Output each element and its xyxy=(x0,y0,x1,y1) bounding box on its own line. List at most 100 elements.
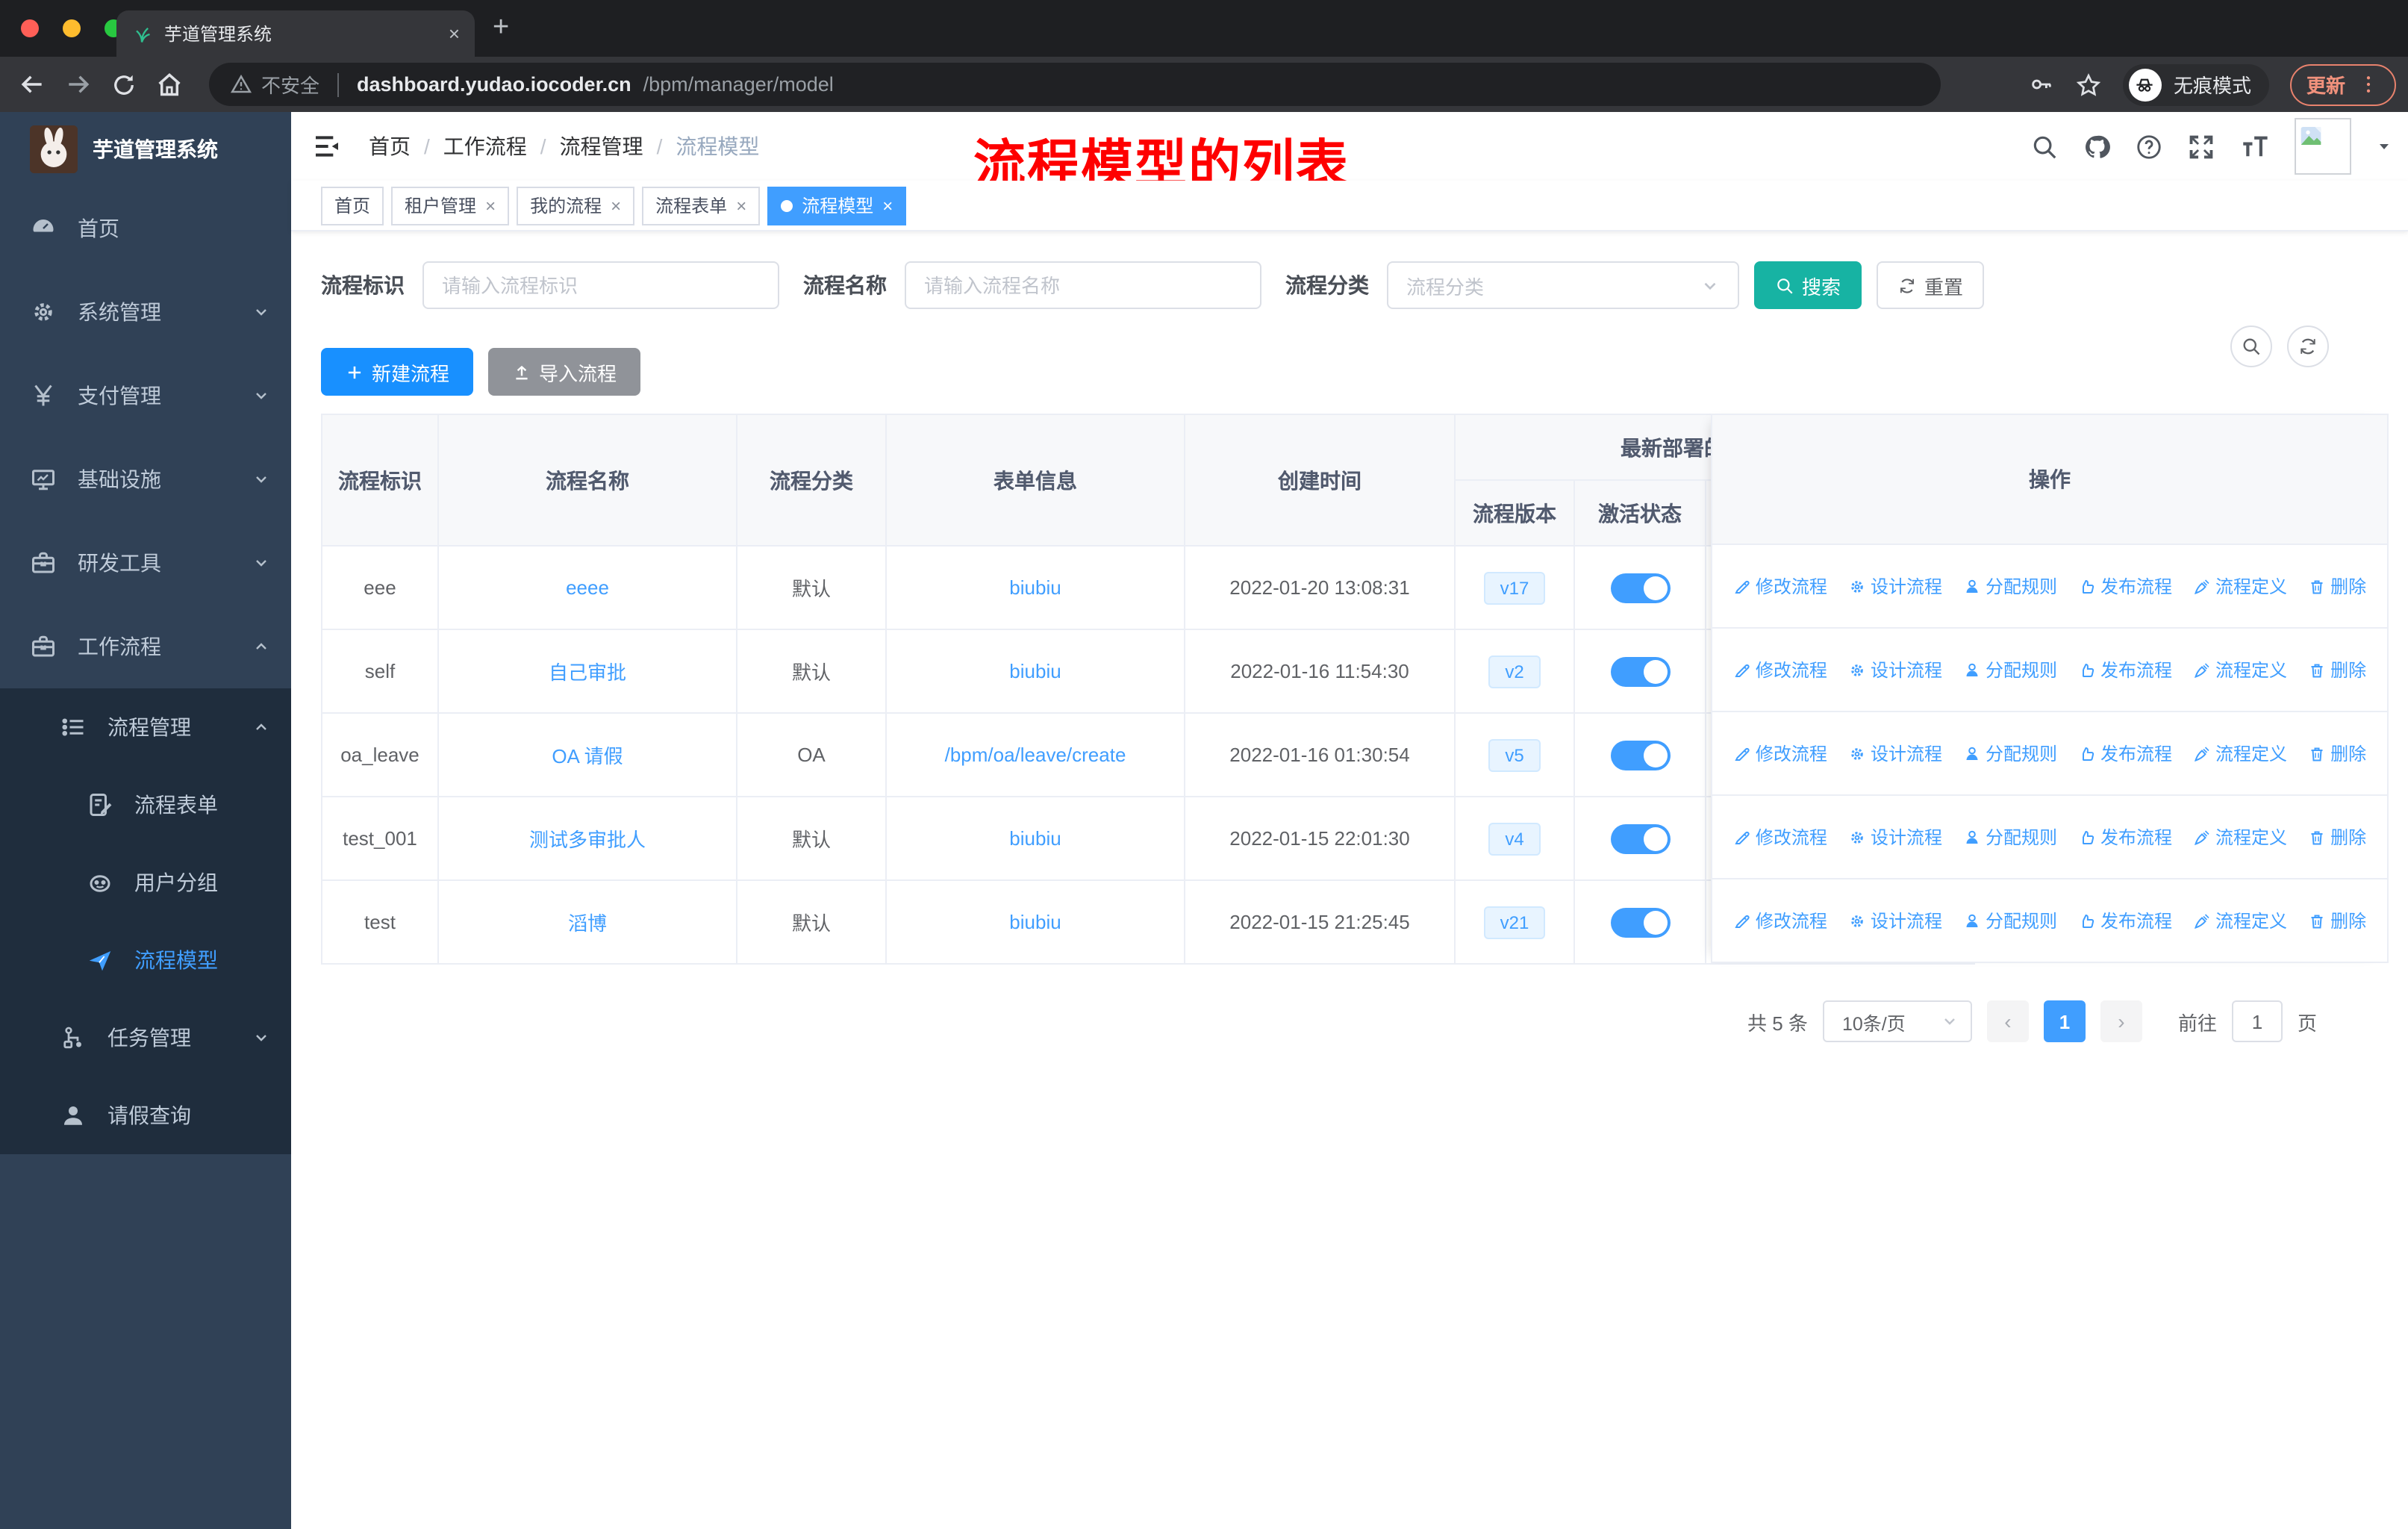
tag-item[interactable]: 流程表单 × xyxy=(642,186,761,225)
address-bar[interactable]: 不安全 dashboard.yudao.iocoder.cn/bpm/manag… xyxy=(209,63,1941,106)
action-publish-link[interactable]: 发布流程 xyxy=(2078,824,2172,850)
form-info-link[interactable]: /bpm/oa/leave/create xyxy=(945,744,1126,766)
form-info-link[interactable]: biubiu xyxy=(1009,827,1061,850)
active-switch[interactable] xyxy=(1610,656,1670,686)
breadcrumb-item[interactable]: 流程模型 xyxy=(676,131,759,161)
action-assign-link[interactable]: 分配规则 xyxy=(1963,824,2057,850)
process-name-link[interactable]: 测试多审批人 xyxy=(529,829,646,851)
fullscreen-icon[interactable] xyxy=(2187,132,2215,161)
form-info-link[interactable]: biubiu xyxy=(1009,576,1061,599)
action-publish-link[interactable]: 发布流程 xyxy=(2078,741,2172,766)
process-name-link[interactable]: eeee xyxy=(566,576,609,599)
action-edit-link[interactable]: 修改流程 xyxy=(1733,908,1827,933)
tag-close-icon[interactable]: × xyxy=(736,195,746,216)
current-page-button[interactable]: 1 xyxy=(2043,1000,2086,1042)
browser-tab[interactable]: 芋道管理系统 × xyxy=(116,10,475,57)
back-icon[interactable] xyxy=(18,70,46,99)
process-name-link[interactable]: 自己审批 xyxy=(549,661,626,684)
url-domain[interactable]: dashboard.yudao.iocoder.cn xyxy=(357,73,631,96)
new-tab-button[interactable]: + xyxy=(493,12,509,45)
reset-button[interactable]: 重置 xyxy=(1877,261,1985,309)
tag-item[interactable]: 我的流程 × xyxy=(517,186,635,225)
reload-icon[interactable] xyxy=(110,71,137,98)
tab-close-icon[interactable]: × xyxy=(449,22,460,45)
search-icon[interactable] xyxy=(2030,132,2059,161)
process-name-link[interactable]: 滔博 xyxy=(568,912,607,935)
url-path[interactable]: /bpm/manager/model xyxy=(643,73,834,96)
filter-key-input[interactable] xyxy=(422,261,779,309)
forward-icon[interactable] xyxy=(64,70,93,99)
help-icon[interactable] xyxy=(2135,132,2163,161)
action-publish-link[interactable]: 发布流程 xyxy=(2078,573,2172,599)
sidebar-item-toolbox[interactable]: 研发工具 xyxy=(0,521,291,605)
filter-name-input[interactable] xyxy=(905,261,1261,309)
chrome-update-button[interactable]: 更新 xyxy=(2289,63,2396,105)
action-edit-link[interactable]: 修改流程 xyxy=(1733,573,1827,599)
window-minimize-button[interactable] xyxy=(63,19,81,37)
key-icon[interactable] xyxy=(2029,72,2054,97)
breadcrumb-item[interactable]: 首页 xyxy=(369,131,411,161)
page-size-select[interactable]: 10条/页 xyxy=(1822,1000,1972,1042)
sidebar-item-gear[interactable]: 系统管理 xyxy=(0,270,291,354)
action-define-link[interactable]: 流程定义 xyxy=(2193,908,2287,933)
action-delete-link[interactable]: 删除 xyxy=(2308,657,2366,682)
action-define-link[interactable]: 流程定义 xyxy=(2193,824,2287,850)
tag-close-icon[interactable]: × xyxy=(882,195,893,216)
not-secure-label[interactable]: 不安全 xyxy=(261,70,319,99)
sidebar-item-list[interactable]: 流程管理 xyxy=(0,688,291,766)
active-switch[interactable] xyxy=(1610,823,1670,853)
refresh-circle-button[interactable] xyxy=(2287,326,2329,367)
home-icon[interactable] xyxy=(155,70,184,99)
action-design-link[interactable]: 设计流程 xyxy=(1848,824,1942,850)
user-avatar[interactable] xyxy=(2295,118,2351,175)
action-edit-link[interactable]: 修改流程 xyxy=(1733,741,1827,766)
goto-page-input[interactable] xyxy=(2231,1000,2283,1042)
import-process-button[interactable]: 导入流程 xyxy=(488,348,641,396)
sidebar-item-monitor[interactable]: 基础设施 xyxy=(0,437,291,521)
update-label[interactable]: 更新 xyxy=(2306,70,2345,99)
action-assign-link[interactable]: 分配规则 xyxy=(1963,908,2057,933)
action-define-link[interactable]: 流程定义 xyxy=(2193,573,2287,599)
action-design-link[interactable]: 设计流程 xyxy=(1848,741,1942,766)
tag-item[interactable]: 首页 xyxy=(321,186,384,225)
action-edit-link[interactable]: 修改流程 xyxy=(1733,824,1827,850)
active-switch[interactable] xyxy=(1610,573,1670,602)
sidebar-item-toolbox[interactable]: 工作流程 xyxy=(0,605,291,688)
prev-page-button[interactable]: ‹ xyxy=(1986,1000,2029,1042)
action-design-link[interactable]: 设计流程 xyxy=(1848,573,1942,599)
action-assign-link[interactable]: 分配规则 xyxy=(1963,573,2057,599)
tag-item[interactable]: 租户管理 × xyxy=(391,186,510,225)
browser-menu-dots-icon[interactable] xyxy=(2357,73,2380,96)
breadcrumb-item[interactable]: 流程管理 xyxy=(560,131,643,161)
action-delete-link[interactable]: 删除 xyxy=(2308,908,2366,933)
action-delete-link[interactable]: 删除 xyxy=(2308,741,2366,766)
sidebar-item-yen[interactable]: 支付管理 xyxy=(0,354,291,437)
sidebar-item-dashboard[interactable]: 首页 xyxy=(0,187,291,270)
tag-close-icon[interactable]: × xyxy=(611,195,621,216)
process-name-link[interactable]: OA 请假 xyxy=(552,745,623,767)
action-define-link[interactable]: 流程定义 xyxy=(2193,657,2287,682)
form-info-link[interactable]: biubiu xyxy=(1009,911,1061,933)
action-publish-link[interactable]: 发布流程 xyxy=(2078,908,2172,933)
action-design-link[interactable]: 设计流程 xyxy=(1848,657,1942,682)
active-switch[interactable] xyxy=(1610,740,1670,770)
show-search-circle-button[interactable] xyxy=(2230,326,2272,367)
search-button[interactable]: 搜索 xyxy=(1754,261,1862,309)
sidebar-item-plane[interactable]: 流程模型 xyxy=(0,921,291,999)
breadcrumb-item[interactable]: 工作流程 xyxy=(443,131,527,161)
bookmark-star-icon[interactable] xyxy=(2075,71,2102,98)
window-close-button[interactable] xyxy=(21,19,39,37)
sidebar-item-person[interactable]: 请假查询 xyxy=(0,1077,291,1154)
github-icon[interactable] xyxy=(2083,132,2111,161)
active-switch[interactable] xyxy=(1610,907,1670,937)
action-edit-link[interactable]: 修改流程 xyxy=(1733,657,1827,682)
action-delete-link[interactable]: 删除 xyxy=(2308,824,2366,850)
filter-category-select[interactable]: 流程分类 xyxy=(1387,261,1739,309)
avatar-caret-icon[interactable] xyxy=(2375,137,2393,155)
action-define-link[interactable]: 流程定义 xyxy=(2193,741,2287,766)
tag-active[interactable]: 流程模型 × xyxy=(767,186,907,225)
tag-close-icon[interactable]: × xyxy=(485,195,496,216)
sidebar-item-face[interactable]: 用户分组 xyxy=(0,844,291,921)
font-size-icon[interactable] xyxy=(2239,131,2271,162)
action-assign-link[interactable]: 分配规则 xyxy=(1963,657,2057,682)
